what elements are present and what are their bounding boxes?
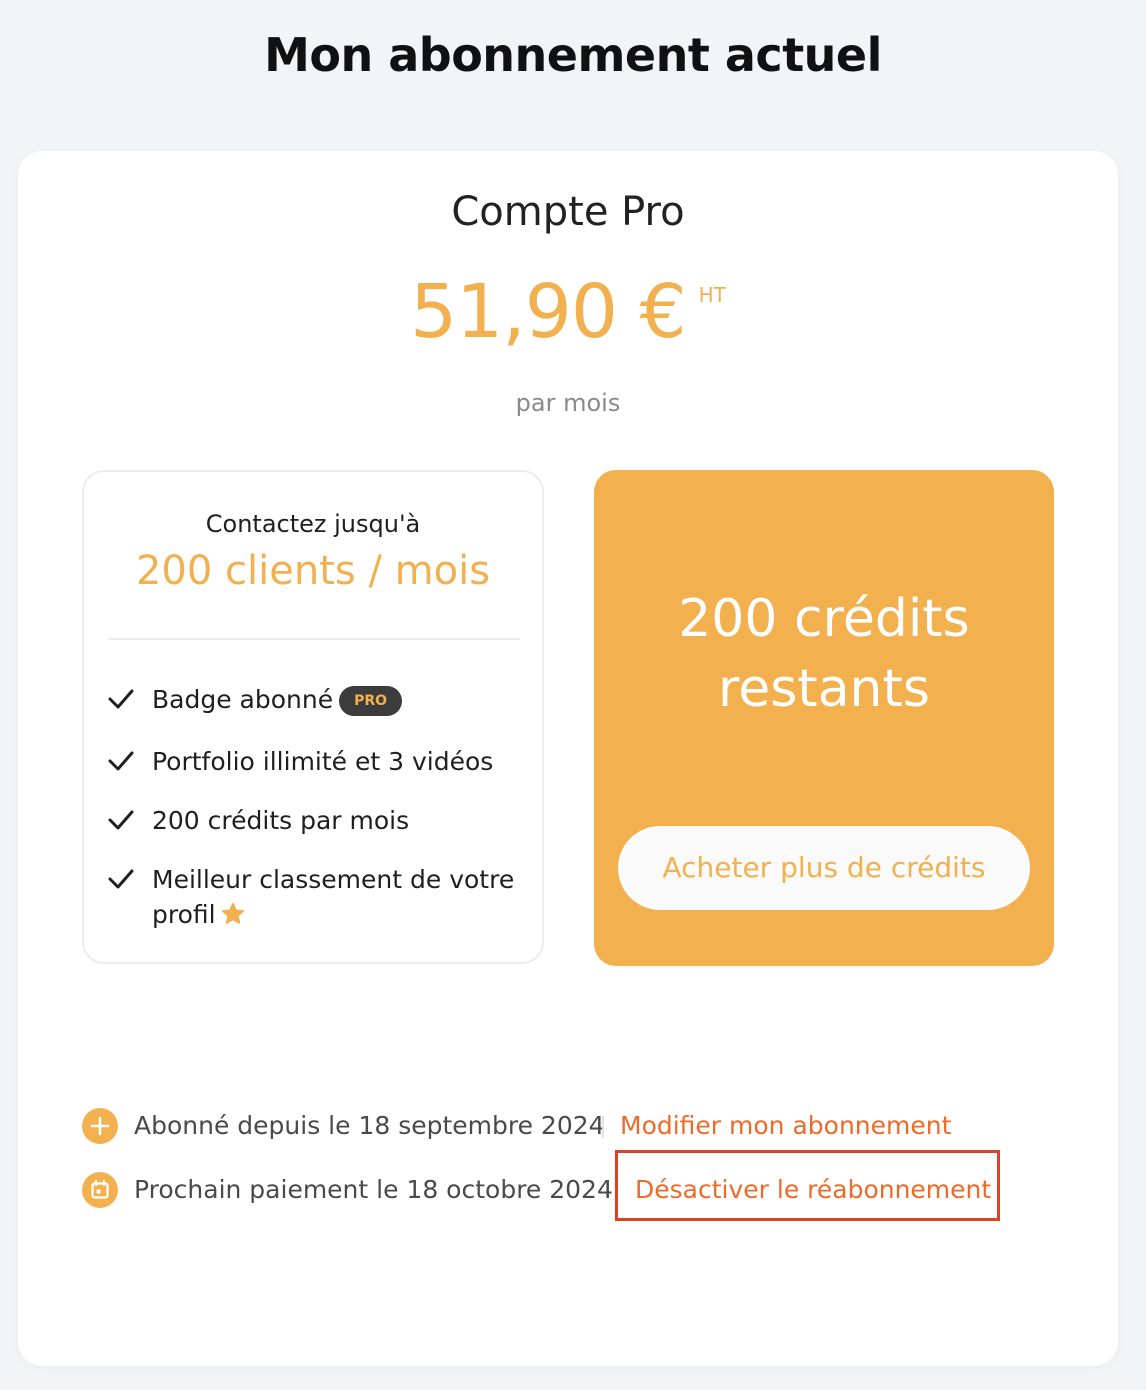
contact-limit-value: 200 clients / mois <box>135 548 491 594</box>
feature-label: Portfolio illimité et 3 vidéos <box>152 747 494 776</box>
price-tax-suffix: HT <box>698 283 726 307</box>
separator <box>602 1116 604 1138</box>
next-payment-text: Prochain paiement le 18 octobre 2024 <box>134 1175 613 1204</box>
calendar-icon <box>82 1172 118 1208</box>
divider <box>108 638 520 640</box>
highlight-box <box>615 1150 1000 1221</box>
price-period: par mois <box>515 389 621 417</box>
page-title: Mon abonnement actuel <box>264 28 882 82</box>
feature-item: Meilleur classement de votre profil <box>108 862 518 932</box>
pro-badge: PRO <box>339 686 403 716</box>
plan-price: 51,90 € <box>410 269 686 355</box>
remaining-credits: 200 crédits restants <box>594 584 1054 724</box>
check-icon <box>108 869 134 889</box>
feature-item: 200 crédits par mois <box>108 803 518 838</box>
plus-circle-icon <box>82 1108 118 1144</box>
plan-name: Compte Pro <box>451 189 685 235</box>
check-icon <box>108 689 134 709</box>
check-icon <box>108 810 134 830</box>
feature-item: Badge abonné PRO <box>108 682 518 717</box>
remaining-credits-count: 200 crédits <box>678 589 970 649</box>
buy-credits-button[interactable]: Acheter plus de crédits <box>618 826 1030 910</box>
remaining-credits-label: restants <box>717 659 930 719</box>
feature-label: 200 crédits par mois <box>152 806 410 835</box>
feature-item: Portfolio illimité et 3 vidéos <box>108 744 518 779</box>
feature-label: Badge abonné <box>152 685 334 714</box>
contact-limit-label: Contactez jusqu'à <box>205 510 421 538</box>
subscription-card: Compte Pro 51,90 € HT par mois Contactez… <box>18 151 1118 1366</box>
subscribed-since-text: Abonné depuis le 18 septembre 2024 <box>134 1111 605 1140</box>
modify-subscription-link[interactable]: Modifier mon abonnement <box>620 1106 951 1146</box>
star-icon <box>221 902 244 924</box>
feature-label: Meilleur classement de votre profil <box>152 865 515 929</box>
price-block: 51,90 € HT <box>18 269 1118 355</box>
credits-panel: 200 crédits restants Acheter plus de cré… <box>594 470 1054 966</box>
check-icon <box>108 751 134 771</box>
features-panel: Contactez jusqu'à 200 clients / mois Bad… <box>82 470 544 964</box>
subscribed-since-row: Abonné depuis le 18 septembre 2024 Modif… <box>82 1106 1082 1146</box>
